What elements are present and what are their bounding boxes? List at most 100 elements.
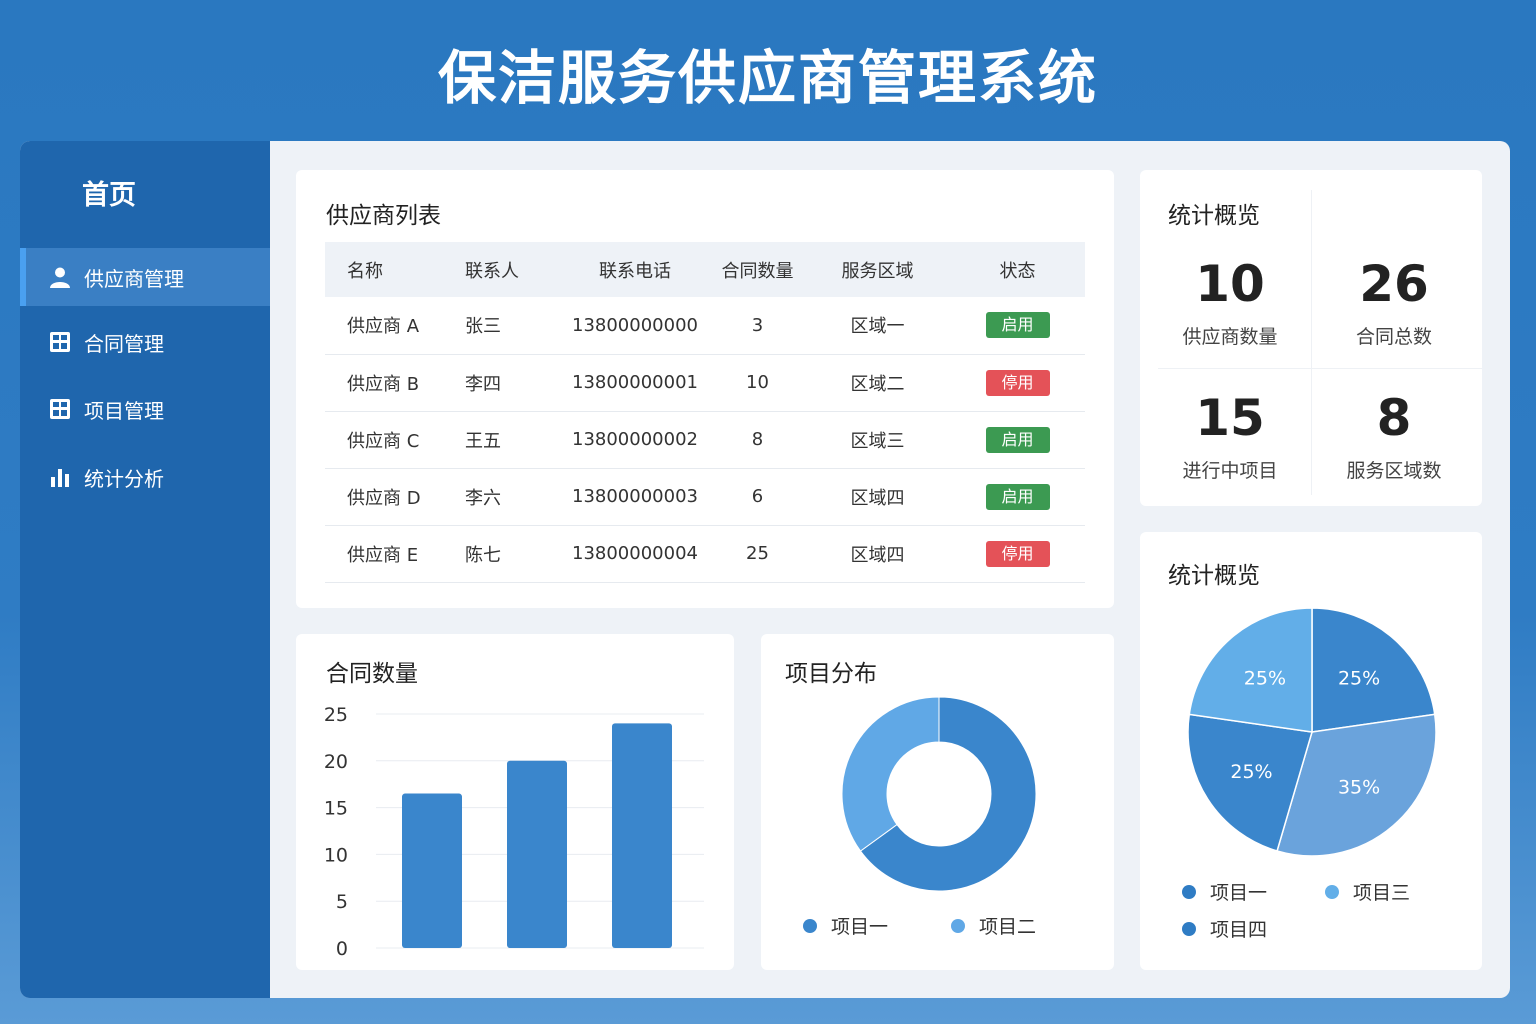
- column-header[interactable]: 状态: [950, 242, 1085, 297]
- table-row[interactable]: 供应商 E 陈七 13800000004 25 区域四 停用: [325, 525, 1085, 582]
- cell-contracts: 3: [751, 314, 764, 336]
- project-distribution-card: 项目分布 项目一 项目二: [761, 634, 1114, 970]
- table-header-row: 名称 联系人 联系电话 合同数量 服务区域 状态: [325, 242, 1085, 297]
- cell-contact: 张三: [465, 316, 501, 338]
- column-header[interactable]: 联系人: [465, 242, 560, 297]
- bar[interactable]: [402, 793, 462, 948]
- bar[interactable]: [507, 760, 567, 948]
- status-badge: 停用: [985, 540, 1050, 567]
- y-tick-label: 20: [324, 751, 348, 773]
- column-header[interactable]: 服务区域: [805, 242, 950, 297]
- cell-contracts: 8: [751, 429, 764, 450]
- stat-supplier-count: 10 供应商数量: [1150, 256, 1310, 349]
- pie-slice-label: 25%: [1244, 668, 1286, 690]
- stat-label: 进行中项目: [1182, 460, 1278, 482]
- sidebar-item-statistics[interactable]: 统计分析: [20, 448, 270, 506]
- cell-name: 供应商 D: [347, 487, 421, 509]
- sidebar-item-project-management[interactable]: 项目管理: [20, 380, 270, 438]
- bar[interactable]: [612, 723, 672, 948]
- legend-item: 项目一: [803, 912, 888, 939]
- stat-value: 8: [1376, 389, 1412, 447]
- legend-label: 项目一: [1210, 882, 1268, 904]
- sidebar-item-label: 项目管理: [84, 398, 164, 423]
- stat-label: 合同总数: [1355, 326, 1432, 348]
- sidebar-item-contract-management[interactable]: 合同管理: [20, 313, 270, 371]
- legend-dot: [1182, 884, 1196, 899]
- status-badge: 启用: [985, 483, 1050, 510]
- pie-slice-label: 35%: [1338, 776, 1380, 798]
- grid-icon: [48, 397, 72, 421]
- cell-area: 区域四: [850, 487, 905, 509]
- cell-contracts: 10: [746, 372, 769, 393]
- cell-name: 供应商 C: [347, 430, 420, 452]
- status-badge: 启用: [985, 426, 1050, 453]
- supplier-list-title: 供应商列表: [326, 203, 441, 229]
- stat-value: 10: [1195, 255, 1265, 313]
- cell-contracts: 6: [751, 486, 764, 507]
- stat-service-areas: 8 服务区域数: [1314, 390, 1474, 483]
- column-header[interactable]: 联系电话: [560, 242, 710, 297]
- legend-item: 项目二: [951, 912, 1036, 939]
- legend-dot: [803, 918, 817, 933]
- y-tick-label: 15: [324, 798, 348, 820]
- status-badge: 启用: [985, 312, 1050, 339]
- user-icon: [48, 265, 72, 289]
- column-header[interactable]: 合同数量: [710, 242, 805, 297]
- sidebar: 首页 供应商管理 合同管理 项目管理 统计分析: [20, 141, 270, 998]
- y-tick-label: 25: [324, 704, 348, 726]
- stats-overview-title: 统计概览: [1168, 203, 1260, 229]
- main-frame: 首页 供应商管理 合同管理 项目管理 统计分析 供应商列表 名称 联系人 联系电…: [20, 141, 1510, 998]
- stat-value: 26: [1359, 255, 1429, 313]
- legend-item: 项目三: [1325, 878, 1410, 905]
- cell-phone: 13800000003: [572, 486, 698, 507]
- legend-label: 项目一: [831, 916, 889, 938]
- sidebar-item-supplier-management[interactable]: 供应商管理: [20, 248, 270, 306]
- legend-item: 项目四: [1182, 915, 1267, 942]
- stats-divider-horizontal: [1158, 368, 1482, 369]
- stats-pie-card: 统计概览 25% 35% 25% 25% 项目一 项目三 项目四: [1140, 532, 1482, 970]
- legend-dot: [1325, 884, 1339, 899]
- bar-chart: 25 20 15 10 5 0: [324, 704, 704, 960]
- stat-value: 15: [1195, 389, 1265, 447]
- table-row[interactable]: 供应商 A 张三 13800000000 3 区域一 启用: [325, 297, 1085, 354]
- legend-dot: [1182, 921, 1196, 936]
- sidebar-item-label: 供应商管理: [84, 266, 184, 291]
- cell-phone: 13800000000: [572, 314, 698, 336]
- sidebar-item-label: 统计分析: [84, 466, 164, 491]
- cell-phone: 13800000004: [572, 543, 698, 564]
- y-tick-label: 0: [336, 938, 348, 960]
- cell-name: 供应商 A: [347, 316, 420, 338]
- y-tick-label: 10: [324, 844, 348, 866]
- stat-label: 供应商数量: [1182, 326, 1278, 348]
- stats-divider-vertical: [1311, 190, 1312, 495]
- cell-name: 供应商 E: [347, 544, 419, 566]
- cell-area: 区域三: [850, 430, 905, 452]
- contract-count-card: 合同数量 25 20 15 10 5 0: [296, 634, 734, 970]
- legend-dot: [951, 918, 965, 933]
- cell-contracts: 25: [746, 543, 769, 564]
- table-row[interactable]: 供应商 C 王五 13800000002 8 区域三 启用: [325, 411, 1085, 468]
- table-row[interactable]: 供应商 B 李四 13800000001 10 区域二 停用: [325, 354, 1085, 411]
- cell-phone: 13800000002: [572, 429, 698, 450]
- supplier-table: 名称 联系人 联系电话 合同数量 服务区域 状态 供应商 A 张三 138000…: [325, 242, 1085, 583]
- sidebar-home[interactable]: 首页: [82, 173, 136, 212]
- legend-label: 项目三: [1353, 882, 1411, 904]
- cell-contact: 李六: [465, 487, 501, 509]
- cell-area: 区域一: [850, 316, 905, 338]
- grid-icon: [48, 330, 72, 354]
- pie-slice-label: 25%: [1230, 761, 1272, 783]
- sidebar-item-label: 合同管理: [84, 331, 164, 356]
- y-tick-label: 5: [336, 891, 348, 913]
- column-header[interactable]: 名称: [325, 242, 465, 297]
- stat-contract-total: 26 合同总数: [1314, 256, 1474, 349]
- pie-slice-label: 25%: [1338, 668, 1380, 690]
- legend-label: 项目四: [1210, 919, 1268, 941]
- table-row[interactable]: 供应商 D 李六 13800000003 6 区域四 启用: [325, 468, 1085, 525]
- status-badge: 停用: [985, 369, 1050, 396]
- supplier-list-card: 供应商列表 名称 联系人 联系电话 合同数量 服务区域 状态 供应商 A 张三 …: [296, 170, 1114, 608]
- cell-contact: 王五: [465, 430, 501, 452]
- stat-active-projects: 15 进行中项目: [1150, 390, 1310, 483]
- app-title: 保洁服务供应商管理系统: [437, 44, 1098, 112]
- cell-contact: 陈七: [465, 544, 501, 566]
- donut-slice[interactable]: [841, 696, 940, 852]
